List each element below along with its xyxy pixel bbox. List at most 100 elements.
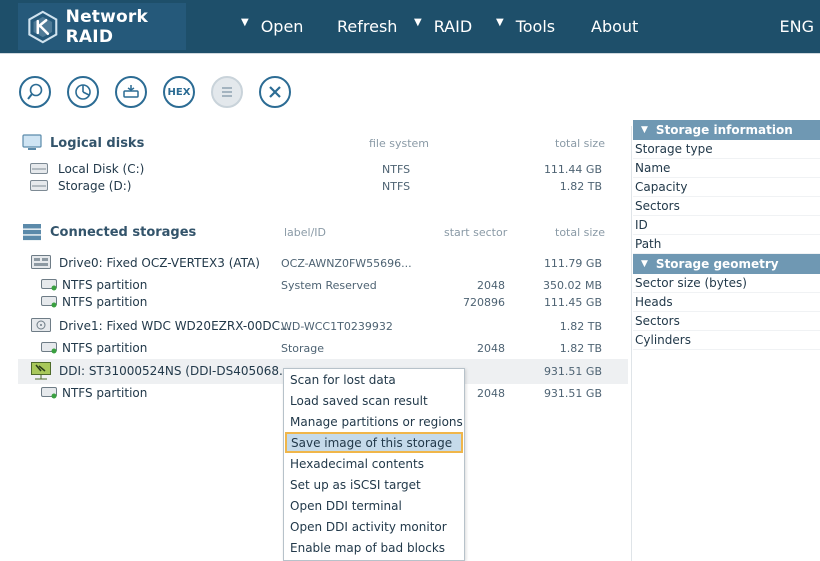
hex-button[interactable]: HEX xyxy=(163,76,195,108)
partition-name: NTFS partition xyxy=(62,341,148,355)
app-title: Network RAID xyxy=(65,6,148,47)
ctx-ddi-activity-monitor[interactable]: Open DDI activity monitor xyxy=(285,516,463,537)
ctx-ddi-terminal[interactable]: Open DDI terminal xyxy=(285,495,463,516)
collapse-triangle-icon: ▼ xyxy=(641,125,648,135)
partition-icon xyxy=(41,296,57,308)
storage-size: 111.79 GB xyxy=(543,257,602,270)
partition-row[interactable]: NTFS partition 720896 111.45 GB xyxy=(18,292,628,313)
close-button[interactable] xyxy=(259,76,291,108)
partition-label: Storage xyxy=(281,342,325,355)
ctx-bad-blocks-map[interactable]: Enable map of bad blocks xyxy=(285,537,463,558)
menu-raid-label: RAID xyxy=(433,17,473,36)
ctx-hex-contents[interactable]: Hexadecimal contents xyxy=(285,453,463,474)
storage-information-header[interactable]: ▼ Storage information xyxy=(633,120,820,140)
partition-name: NTFS partition xyxy=(62,386,148,400)
geom-sector-size: Sector size (bytes) xyxy=(633,274,820,293)
disk-name: Storage (D:) xyxy=(58,179,132,193)
close-icon xyxy=(269,86,281,98)
language-label: ENG xyxy=(779,17,814,36)
menu-about[interactable]: About xyxy=(591,0,638,53)
geom-cylinders: Cylinders xyxy=(633,331,820,350)
storage-name: DDI: ST31000524NS (DDI-DS405068... xyxy=(59,364,291,378)
info-name: Name xyxy=(633,159,820,178)
partition-icon xyxy=(41,342,57,354)
scan-button[interactable] xyxy=(19,76,51,108)
partition-name: NTFS partition xyxy=(62,278,148,292)
disk-size: 111.44 GB xyxy=(543,163,602,176)
menu-refresh-label: Refresh xyxy=(337,17,398,36)
disk-name: Local Disk (C:) xyxy=(58,162,145,176)
column-total-size: total size xyxy=(555,137,605,150)
menu-open[interactable]: ▼ Open xyxy=(241,0,303,53)
storage-info-panel: ▼ Storage information Storage type Name … xyxy=(633,120,820,350)
server-icon xyxy=(23,224,41,241)
list-button[interactable] xyxy=(211,76,243,108)
logical-disks-header: Logical disks xyxy=(22,133,612,153)
language-selector[interactable]: ENG xyxy=(780,0,814,53)
hard-drive-icon xyxy=(31,318,51,332)
storage-size: 1.82 TB xyxy=(559,320,602,333)
ctx-manage-partitions[interactable]: Manage partitions or regions xyxy=(285,411,463,432)
info-capacity: Capacity xyxy=(633,178,820,197)
info-id: ID xyxy=(633,216,820,235)
info-path: Path xyxy=(633,235,820,254)
storage-size: 931.51 GB xyxy=(543,365,602,378)
column-file-system: file system xyxy=(369,137,430,150)
geom-heads: Heads xyxy=(633,293,820,312)
ddi-device-icon xyxy=(31,362,51,380)
storage-label: WD-WCC1T0239932 xyxy=(281,320,393,333)
disk-fs: NTFS xyxy=(382,163,411,176)
app-logo[interactable]: Network RAID xyxy=(18,3,186,50)
menu-refresh[interactable]: Refresh xyxy=(337,0,397,53)
storage-geometry-header[interactable]: ▼ Storage geometry xyxy=(633,254,820,274)
storage-information-title: Storage information xyxy=(655,123,793,137)
disk-fs: NTFS xyxy=(382,180,411,193)
network-raid-logo-icon xyxy=(28,10,58,43)
storage-name: Drive1: Fixed WDC WD20EZRX-00DC... xyxy=(59,319,292,333)
connected-storages-title: Connected storages xyxy=(50,224,197,240)
chevron-down-icon: ▼ xyxy=(414,17,422,28)
chevron-down-icon: ▼ xyxy=(241,17,249,28)
storage-row-drive1[interactable]: Drive1: Fixed WDC WD20EZRX-00DC... WD-WC… xyxy=(18,316,628,337)
partition-size: 111.45 GB xyxy=(543,296,602,309)
partition-start: 720896 xyxy=(463,296,505,309)
menu-tools-label: Tools xyxy=(515,17,556,36)
storage-geometry-title: Storage geometry xyxy=(655,257,779,271)
hard-disk-icon xyxy=(30,163,48,174)
ctx-load-scan-result[interactable]: Load saved scan result xyxy=(285,390,463,411)
info-storage-type: Storage type xyxy=(633,140,820,159)
storage-row-drive0[interactable]: Drive0: Fixed OCZ-VERTEX3 (ATA) OCZ-AWNZ… xyxy=(18,253,628,274)
partition-button[interactable] xyxy=(67,76,99,108)
partition-icon xyxy=(41,279,57,291)
ctx-iscsi-target[interactable]: Set up as iSCSI target xyxy=(285,474,463,495)
hard-disk-icon xyxy=(30,180,48,191)
ctx-save-image[interactable]: Save image of this storage xyxy=(285,432,463,453)
logical-disks-title: Logical disks xyxy=(50,135,145,151)
column-total-size: total size xyxy=(555,226,605,239)
partition-start: 2048 xyxy=(477,342,505,355)
logical-disk-row[interactable]: Storage (D:) NTFS 1.82 TB xyxy=(18,176,628,197)
app-header: Network RAID ▼ Open Refresh ▼ RAID ▼ Too… xyxy=(0,0,820,53)
partition-size: 1.82 TB xyxy=(559,342,602,355)
disk-image-icon xyxy=(123,85,139,98)
menu-tools[interactable]: ▼ Tools xyxy=(496,0,555,53)
partition-size: 931.51 GB xyxy=(543,387,602,400)
menu-raid[interactable]: ▼ RAID xyxy=(414,0,472,53)
ctx-scan-lost-data[interactable]: Scan for lost data xyxy=(285,369,463,390)
storage-label: OCZ-AWNZ0FW55696... xyxy=(281,257,412,270)
disk-size: 1.82 TB xyxy=(559,180,602,193)
pie-chart-icon xyxy=(75,84,91,100)
toolbar: HEX xyxy=(0,53,820,126)
menu-open-label: Open xyxy=(260,17,304,36)
partition-row[interactable]: NTFS partition Storage 2048 1.82 TB xyxy=(18,338,628,359)
partition-label: System Reserved xyxy=(281,279,377,292)
context-menu: Scan for lost data Load saved scan resul… xyxy=(283,368,465,561)
magnifier-icon xyxy=(27,83,43,100)
menu-about-label: About xyxy=(591,17,639,36)
chevron-down-icon: ▼ xyxy=(496,17,504,28)
column-label-id: label/ID xyxy=(284,226,327,239)
hex-button-label: HEX xyxy=(167,86,191,98)
image-button[interactable] xyxy=(115,76,147,108)
info-sectors: Sectors xyxy=(633,197,820,216)
list-icon xyxy=(222,87,232,97)
